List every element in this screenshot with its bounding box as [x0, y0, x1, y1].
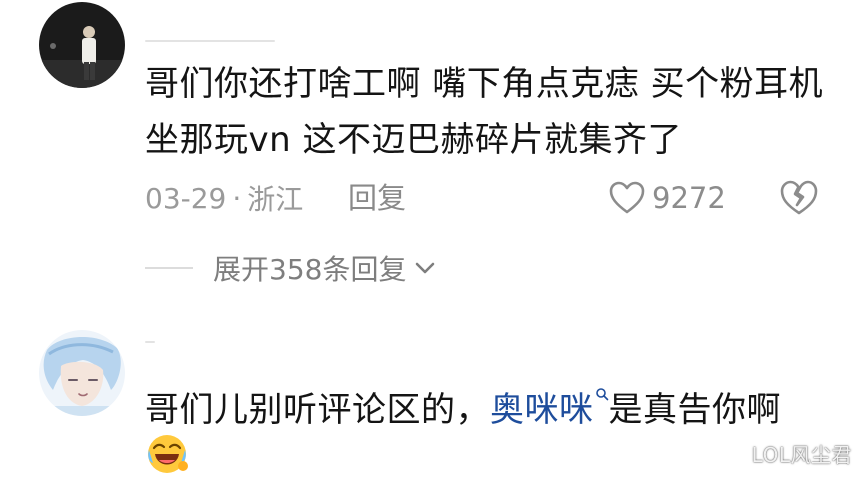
chevron-down-icon: [416, 262, 435, 274]
watermark: LOL风尘君: [751, 443, 852, 467]
comment-text-after: 是真告你啊: [608, 390, 781, 430]
like-button[interactable]: 9272: [608, 176, 726, 220]
mention-link[interactable]: 奥咪咪: [490, 388, 609, 430]
comment-date: 03-29: [145, 181, 227, 215]
comment-feed: 哥们你还打啥工啊 嘴下角点克痣 买个粉耳机 坐那玩vn 这不迈巴赫碎片就集齐了 …: [0, 0, 864, 486]
like-count: 9272: [652, 181, 726, 215]
user-avatar[interactable]: [39, 330, 125, 416]
expand-divider: [145, 267, 193, 269]
expand-replies-button[interactable]: 展开358条回复: [145, 244, 438, 292]
avatar-photo-icon: [39, 2, 125, 88]
comment-text-before: 哥们儿别听评论区的，: [145, 390, 490, 430]
comment-text: 哥们儿别听评论区的，奥咪咪 是真告你啊: [145, 382, 845, 438]
user-avatar[interactable]: [39, 2, 125, 88]
avatar-anime-icon: [39, 330, 125, 416]
reply-button[interactable]: 回复: [348, 176, 406, 220]
mention-label: 奥咪咪: [490, 390, 594, 430]
comment-text: 哥们你还打啥工啊 嘴下角点克痣 买个粉耳机 坐那玩vn 这不迈巴赫碎片就集齐了: [145, 64, 824, 160]
username-placeholder[interactable]: [145, 341, 155, 343]
broken-heart-icon: [780, 180, 818, 215]
username-placeholder[interactable]: [145, 40, 275, 42]
heart-icon: [609, 181, 645, 214]
search-icon: [595, 388, 608, 401]
dislike-button[interactable]: [778, 178, 820, 220]
laughing-emoji-icon: [148, 435, 188, 473]
comment-meta: 03-29 · 浙江: [145, 176, 303, 220]
expand-replies-label: 展开358条回复: [213, 253, 407, 286]
comment-location: 浙江: [247, 183, 304, 216]
meta-separator: ·: [232, 181, 242, 215]
